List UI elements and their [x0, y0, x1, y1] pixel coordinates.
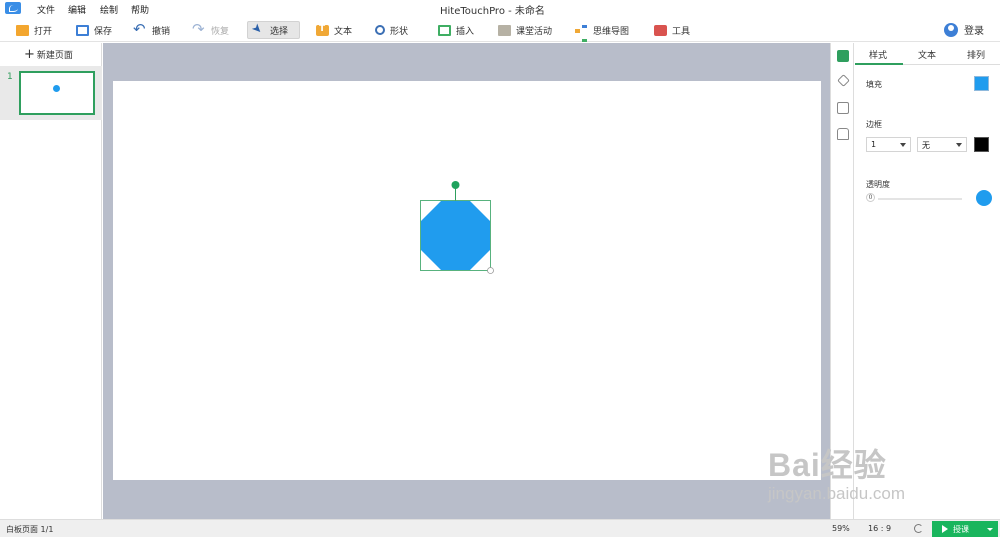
watermark-brand: Bai经验: [768, 447, 887, 483]
new-page-button[interactable]: + 新建页面: [24, 48, 73, 61]
chevron-down-icon: [956, 143, 962, 147]
mindmap-icon: [575, 24, 588, 42]
teach-button[interactable]: 授课: [932, 521, 998, 537]
board-svg: [420, 181, 494, 274]
insert-button[interactable]: 插入: [434, 21, 478, 39]
redo-icon: [192, 20, 206, 38]
opacity-min-indicator: 0: [866, 193, 875, 202]
fill-label: 填充: [866, 80, 882, 89]
chevron-down-icon: [900, 143, 906, 147]
mindmap-button[interactable]: 思维导图: [571, 21, 633, 42]
thumbnail-shape: [53, 85, 60, 92]
opacity-slider-track[interactable]: [878, 198, 962, 200]
page-list-item[interactable]: 1: [0, 66, 102, 120]
chevron-down-icon[interactable]: [987, 528, 993, 531]
save-button[interactable]: 保存: [72, 21, 116, 39]
opacity-label: 透明度: [866, 180, 890, 189]
app-logo-icon[interactable]: [5, 2, 21, 14]
login-label: 登录: [964, 26, 984, 37]
teach-label: 授课: [953, 524, 969, 534]
cursor-arrow-icon: [252, 25, 265, 36]
open-label: 打开: [34, 26, 53, 37]
resize-handle[interactable]: [487, 267, 494, 274]
border-color-swatch[interactable]: [974, 137, 989, 152]
refresh-icon[interactable]: [914, 524, 923, 533]
rotate-handle[interactable]: [451, 181, 460, 189]
redo-label: 恢复: [211, 26, 230, 37]
shape-label: 形状: [390, 26, 409, 37]
text-label: 文本: [334, 26, 353, 37]
tab-text[interactable]: 文本: [918, 48, 936, 61]
save-icon: [76, 24, 89, 36]
layer-icon[interactable]: [837, 102, 849, 114]
aspect-ratio-select[interactable]: 16 : 9: [868, 524, 891, 533]
main-toolbar: 打开 保存 撤销 恢复 选择 文本 形状 插入 课堂活动 思维导图 工具: [0, 18, 1000, 42]
watermark-url: jingyan.baidu.com: [768, 484, 906, 503]
page-status: 白板页面 1/1: [6, 525, 54, 534]
save-label: 保存: [94, 26, 113, 37]
folder-icon: [16, 24, 29, 36]
border-width-select[interactable]: 1: [866, 137, 911, 152]
tools-label: 工具: [672, 26, 691, 37]
plus-icon: +: [24, 47, 35, 62]
tab-arrange[interactable]: 排列: [967, 48, 985, 61]
menu-file[interactable]: 文件: [37, 3, 55, 16]
new-page-label: 新建页面: [36, 51, 73, 61]
open-button[interactable]: 打开: [12, 21, 56, 39]
whiteboard-page[interactable]: [113, 81, 821, 480]
tools-button[interactable]: 工具: [650, 21, 694, 39]
text-icon: [316, 24, 329, 36]
border-width-value: 1: [871, 140, 877, 149]
text-button[interactable]: 文本: [312, 21, 356, 39]
insert-image-icon: [438, 24, 451, 36]
lock-icon[interactable]: [837, 128, 849, 140]
page-panel: + 新建页面 1: [0, 43, 102, 519]
style-panel-icon[interactable]: [837, 50, 849, 62]
toolbox-icon: [654, 24, 667, 36]
classroom-icon: [498, 24, 511, 36]
border-style-select[interactable]: 无: [917, 137, 967, 152]
shape-button[interactable]: 形状: [371, 21, 412, 39]
zoom-select[interactable]: 59%: [832, 524, 850, 533]
insert-label: 插入: [456, 26, 475, 37]
title-bar: 文件 编辑 绘制 帮助 HiteTouchPro - 未命名: [0, 0, 1000, 17]
undo-label: 撤销: [152, 26, 171, 37]
play-icon: [942, 525, 948, 533]
select-button[interactable]: 选择: [247, 21, 300, 39]
page-number: 1: [7, 72, 13, 82]
menu-edit[interactable]: 编辑: [68, 3, 86, 16]
window-title: HiteTouchPro - 未命名: [440, 6, 545, 17]
login-button[interactable]: 登录: [944, 22, 984, 37]
classroom-activity-button[interactable]: 课堂活动: [494, 21, 556, 39]
active-tab-indicator: [855, 63, 903, 65]
menu-help[interactable]: 帮助: [131, 3, 149, 16]
opacity-slider-knob[interactable]: [976, 190, 992, 206]
fill-color-swatch[interactable]: [974, 76, 989, 91]
redo-button[interactable]: 恢复: [189, 20, 233, 39]
mindmap-label: 思维导图: [593, 26, 630, 37]
shape-icon: [375, 25, 385, 35]
menu-draw[interactable]: 绘制: [100, 3, 118, 16]
classroom-label: 课堂活动: [516, 26, 553, 37]
undo-button[interactable]: 撤销: [130, 20, 174, 39]
page-thumbnail[interactable]: [19, 71, 95, 115]
status-bar: 白板页面 1/1 59% 16 : 9 授课: [0, 519, 1000, 537]
undo-icon: [133, 20, 147, 38]
border-style-value: 无: [922, 141, 930, 150]
select-label: 选择: [270, 26, 289, 37]
properties-tabs: 样式 文本 排列: [855, 43, 1000, 65]
pin-icon[interactable]: [837, 74, 850, 87]
tab-style[interactable]: 样式: [869, 48, 887, 61]
canvas-area: [103, 43, 830, 519]
user-avatar-icon: [944, 22, 958, 37]
border-label: 边框: [866, 120, 882, 129]
watermark: Bai经验 jingyan.baidu.com: [768, 440, 905, 504]
octagon-shape[interactable]: [421, 201, 490, 270]
